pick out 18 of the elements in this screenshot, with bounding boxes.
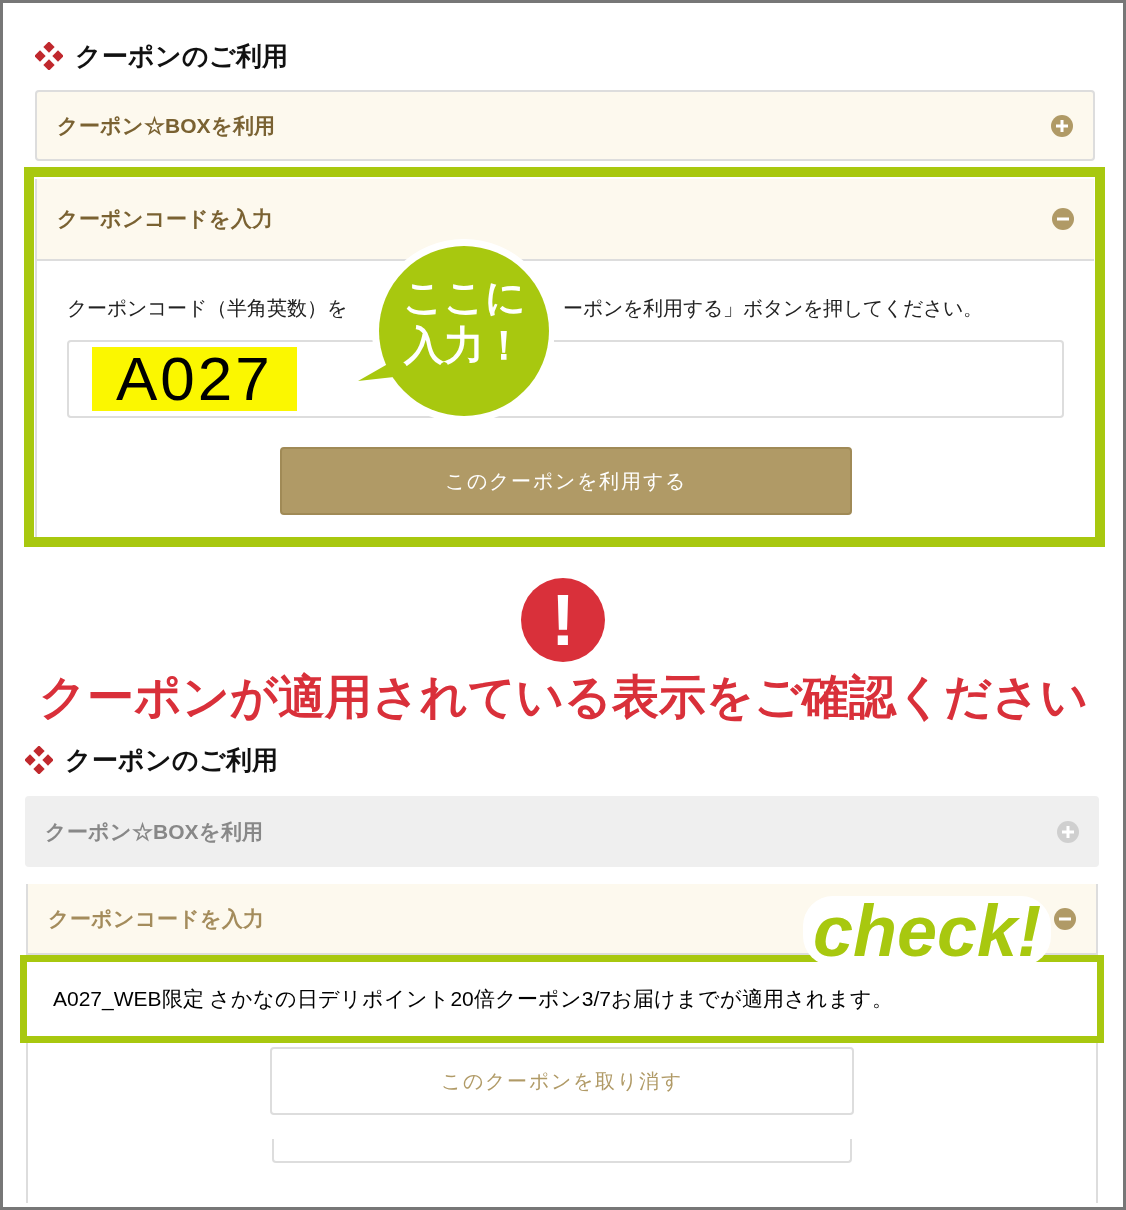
plus-icon bbox=[1051, 114, 1073, 137]
cancel-coupon-button[interactable]: このクーポンを取り消す bbox=[270, 1047, 854, 1115]
minus-icon bbox=[1054, 907, 1076, 930]
instruction-text: ーポンを利用する」ボタンを押してください。 bbox=[563, 296, 983, 321]
callout-text: ここに bbox=[402, 274, 526, 321]
warning-message: クーポンが適用されている表示をご確認ください bbox=[38, 669, 1088, 725]
diamond-icon bbox=[35, 42, 63, 70]
accordion-header[interactable]: クーポン☆BOXを利用 bbox=[25, 796, 1099, 867]
diamond-icon bbox=[25, 746, 53, 774]
plus-icon bbox=[1057, 820, 1079, 843]
warning-icon: ! bbox=[521, 578, 605, 662]
section-heading: クーポンのご利用 bbox=[65, 743, 278, 777]
apply-coupon-button[interactable]: このクーポンを利用する bbox=[279, 447, 852, 515]
accordion-header[interactable]: クーポンコードを入力 bbox=[37, 179, 1094, 261]
instruction-text: クーポンコード（半角英数）を bbox=[67, 296, 347, 321]
minus-icon bbox=[1052, 208, 1074, 230]
accordion-header[interactable]: クーポン☆BOXを利用 bbox=[35, 90, 1095, 161]
section-heading: クーポンのご利用 bbox=[75, 39, 288, 73]
